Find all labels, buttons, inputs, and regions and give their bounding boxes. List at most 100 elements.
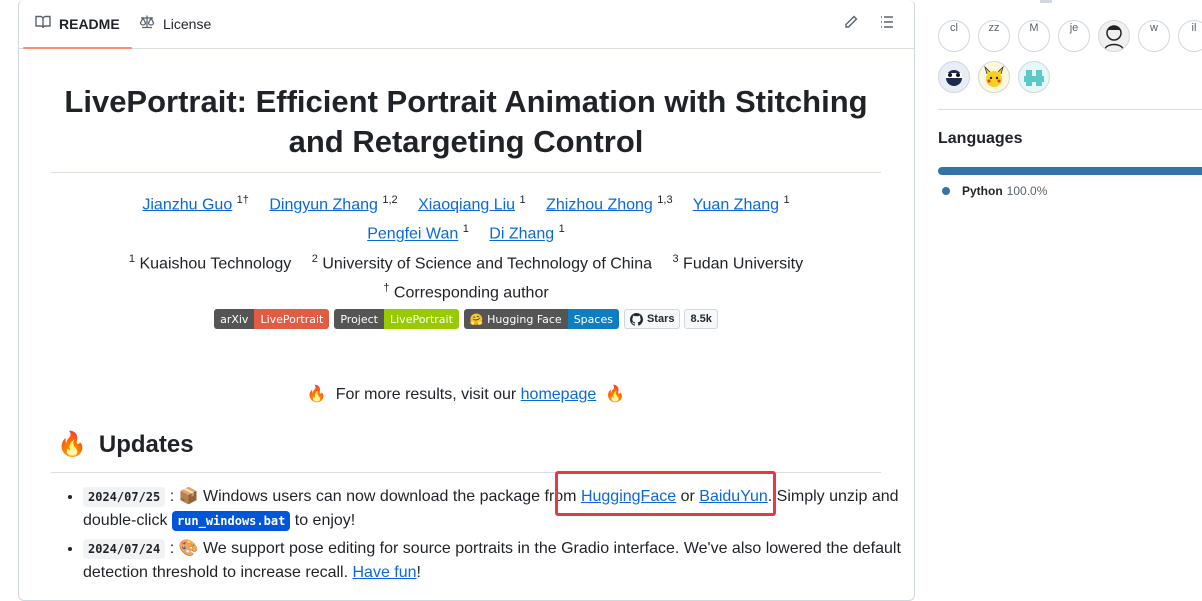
contributor-avatar[interactable]: je — [1058, 20, 1090, 52]
corresponding-line: † Corresponding author — [51, 276, 881, 305]
author-link[interactable]: Dingyun Zhang — [269, 196, 378, 213]
update-text: We support pose editing for source portr… — [83, 540, 901, 581]
stars-label: Stars — [646, 313, 675, 325]
huggingface-badge[interactable]: 🤗 Hugging Face Spaces — [463, 309, 619, 329]
badge-label: Project — [334, 309, 384, 329]
contributor-avatar[interactable]: cl — [938, 20, 970, 52]
update-item: 2024/07/25 : 📦 Windows users can now dow… — [83, 485, 923, 533]
more-results-text: For more results, visit our — [335, 386, 517, 403]
title-divider — [51, 172, 881, 173]
readme-tabbar: README License — [19, 0, 914, 49]
badge-value: Spaces — [567, 309, 619, 329]
contributor-avatar[interactable] — [978, 61, 1010, 93]
affiliations-line: 1 Kuaishou Technology 2 University of Sc… — [51, 247, 881, 276]
contributor-avatar[interactable] — [1018, 61, 1050, 93]
sidebar-divider — [938, 109, 1202, 110]
author-sup: 1,3 — [657, 194, 673, 206]
update-text: ! — [416, 564, 421, 581]
affiliation: Fudan University — [683, 254, 804, 272]
updates-list: 2024/07/25 : 📦 Windows users can now dow… — [51, 485, 923, 589]
tab-license-label: License — [163, 16, 212, 32]
palette-icon: 🎨 — [178, 540, 199, 557]
github-stars-count: 8.5k — [684, 309, 718, 329]
arxiv-badge[interactable]: arXiv LivePortrait — [214, 309, 330, 329]
pencil-icon[interactable] — [841, 14, 861, 34]
affiliation-sup: 1 — [128, 252, 136, 265]
avatar-alt: w — [1150, 22, 1158, 34]
contributor-avatar[interactable]: il — [1178, 20, 1202, 52]
author-sup: 1 — [519, 194, 526, 206]
language-color-dot — [942, 187, 950, 195]
contributor-avatar[interactable]: w — [1138, 20, 1170, 52]
more-results-line: 🔥 For more results, visit our homepage 🔥 — [51, 383, 881, 407]
badge-value: LivePortrait — [384, 309, 459, 329]
language-name: Python — [962, 184, 1003, 198]
author-link[interactable]: Yuan Zhang — [693, 196, 779, 213]
fire-icon: 🔥 — [57, 431, 87, 458]
github-stars-badge[interactable]: Stars 8.5k — [623, 309, 718, 329]
author-line-1: Jianzhu Guo 1† Dingyun Zhang 1,2 Xiaoqia… — [51, 188, 881, 217]
badge-label: arXiv — [214, 309, 255, 329]
outline-list-icon[interactable] — [877, 14, 897, 34]
authors-block: Jianzhu Guo 1† Dingyun Zhang 1,2 Xiaoqia… — [51, 188, 881, 305]
author-link[interactable]: Jianzhu Guo — [142, 196, 232, 213]
update-text: Windows users can now download the packa… — [202, 488, 577, 505]
avatar-alt: je — [1069, 22, 1079, 34]
affiliation-sup: 3 — [672, 252, 679, 265]
github-stars-label: Stars — [623, 309, 681, 329]
scale-icon — [139, 14, 155, 34]
github-icon — [629, 312, 643, 326]
language-percent: 100.0% — [1006, 184, 1048, 198]
highlight-annotation-box — [555, 471, 776, 516]
have-fun-link[interactable]: Have fun — [353, 564, 417, 581]
languages-heading: Languages — [938, 130, 1023, 147]
update-date: 2024/07/24 — [83, 539, 166, 559]
author-line-2: Pengfei Wan 1 Di Zhang 1 — [51, 217, 881, 246]
badge-value: LivePortrait — [254, 309, 330, 329]
package-icon: 📦 — [178, 488, 199, 505]
fire-icon: 🔥 — [605, 386, 626, 403]
author-sup: 1 — [783, 194, 790, 206]
author-sup: 1† — [236, 194, 249, 206]
tab-license[interactable]: License — [139, 0, 211, 48]
corresponding-text: Corresponding author — [393, 284, 549, 302]
badges-row: arXiv LivePortrait Project LivePortrait … — [51, 309, 881, 329]
avatar-alt: cl — [950, 22, 958, 34]
avatar-alt: M — [1029, 22, 1039, 34]
updates-heading: 🔥 Updates — [57, 430, 194, 459]
top-edge-divider — [1040, 0, 1052, 3]
contributor-avatar[interactable]: M — [1018, 20, 1050, 52]
contributor-avatar[interactable]: zz — [978, 20, 1010, 52]
language-item-python[interactable]: Python 100.0% — [942, 184, 1047, 198]
avatar-alt: zz — [988, 22, 1000, 34]
update-text: to enjoy! — [294, 512, 356, 529]
readme-container: README License LivePortrait: Efficient P… — [18, 0, 915, 601]
tab-readme-label: README — [59, 16, 120, 32]
contributor-avatar[interactable] — [938, 61, 970, 93]
update-item: 2024/07/24 : 🎨 We support pose editing f… — [83, 537, 923, 585]
homepage-link[interactable]: homepage — [521, 386, 597, 403]
tab-readme[interactable]: README — [23, 0, 132, 49]
project-badge[interactable]: Project LivePortrait — [334, 309, 459, 329]
update-date: 2024/07/25 — [83, 487, 166, 507]
avatar-alt: il — [1191, 22, 1197, 34]
run-windows-code: run_windows.bat — [171, 511, 291, 531]
contributor-avatar[interactable] — [1098, 20, 1130, 52]
author-sup: 1 — [462, 223, 469, 236]
language-bar — [938, 167, 1202, 175]
author-sup: 1 — [558, 223, 565, 236]
updates-heading-text: Updates — [98, 430, 194, 458]
affiliation: University of Science and Technology of … — [322, 254, 653, 272]
author-link[interactable]: Xiaoqiang Liu — [418, 196, 515, 213]
affiliation: Kuaishou Technology — [139, 254, 292, 272]
book-icon — [35, 14, 51, 34]
badge-label: 🤗 Hugging Face — [463, 309, 568, 329]
affiliation-sup: 2 — [311, 252, 318, 265]
fire-icon: 🔥 — [306, 386, 327, 403]
author-link[interactable]: Pengfei Wan — [367, 226, 458, 243]
readme-title: LivePortrait: Efficient Portrait Animati… — [64, 84, 868, 159]
author-link[interactable]: Zhizhou Zhong — [546, 196, 653, 213]
author-sup: 1,2 — [382, 194, 398, 206]
author-link[interactable]: Di Zhang — [489, 226, 554, 243]
corresponding-sup: † — [383, 281, 390, 294]
